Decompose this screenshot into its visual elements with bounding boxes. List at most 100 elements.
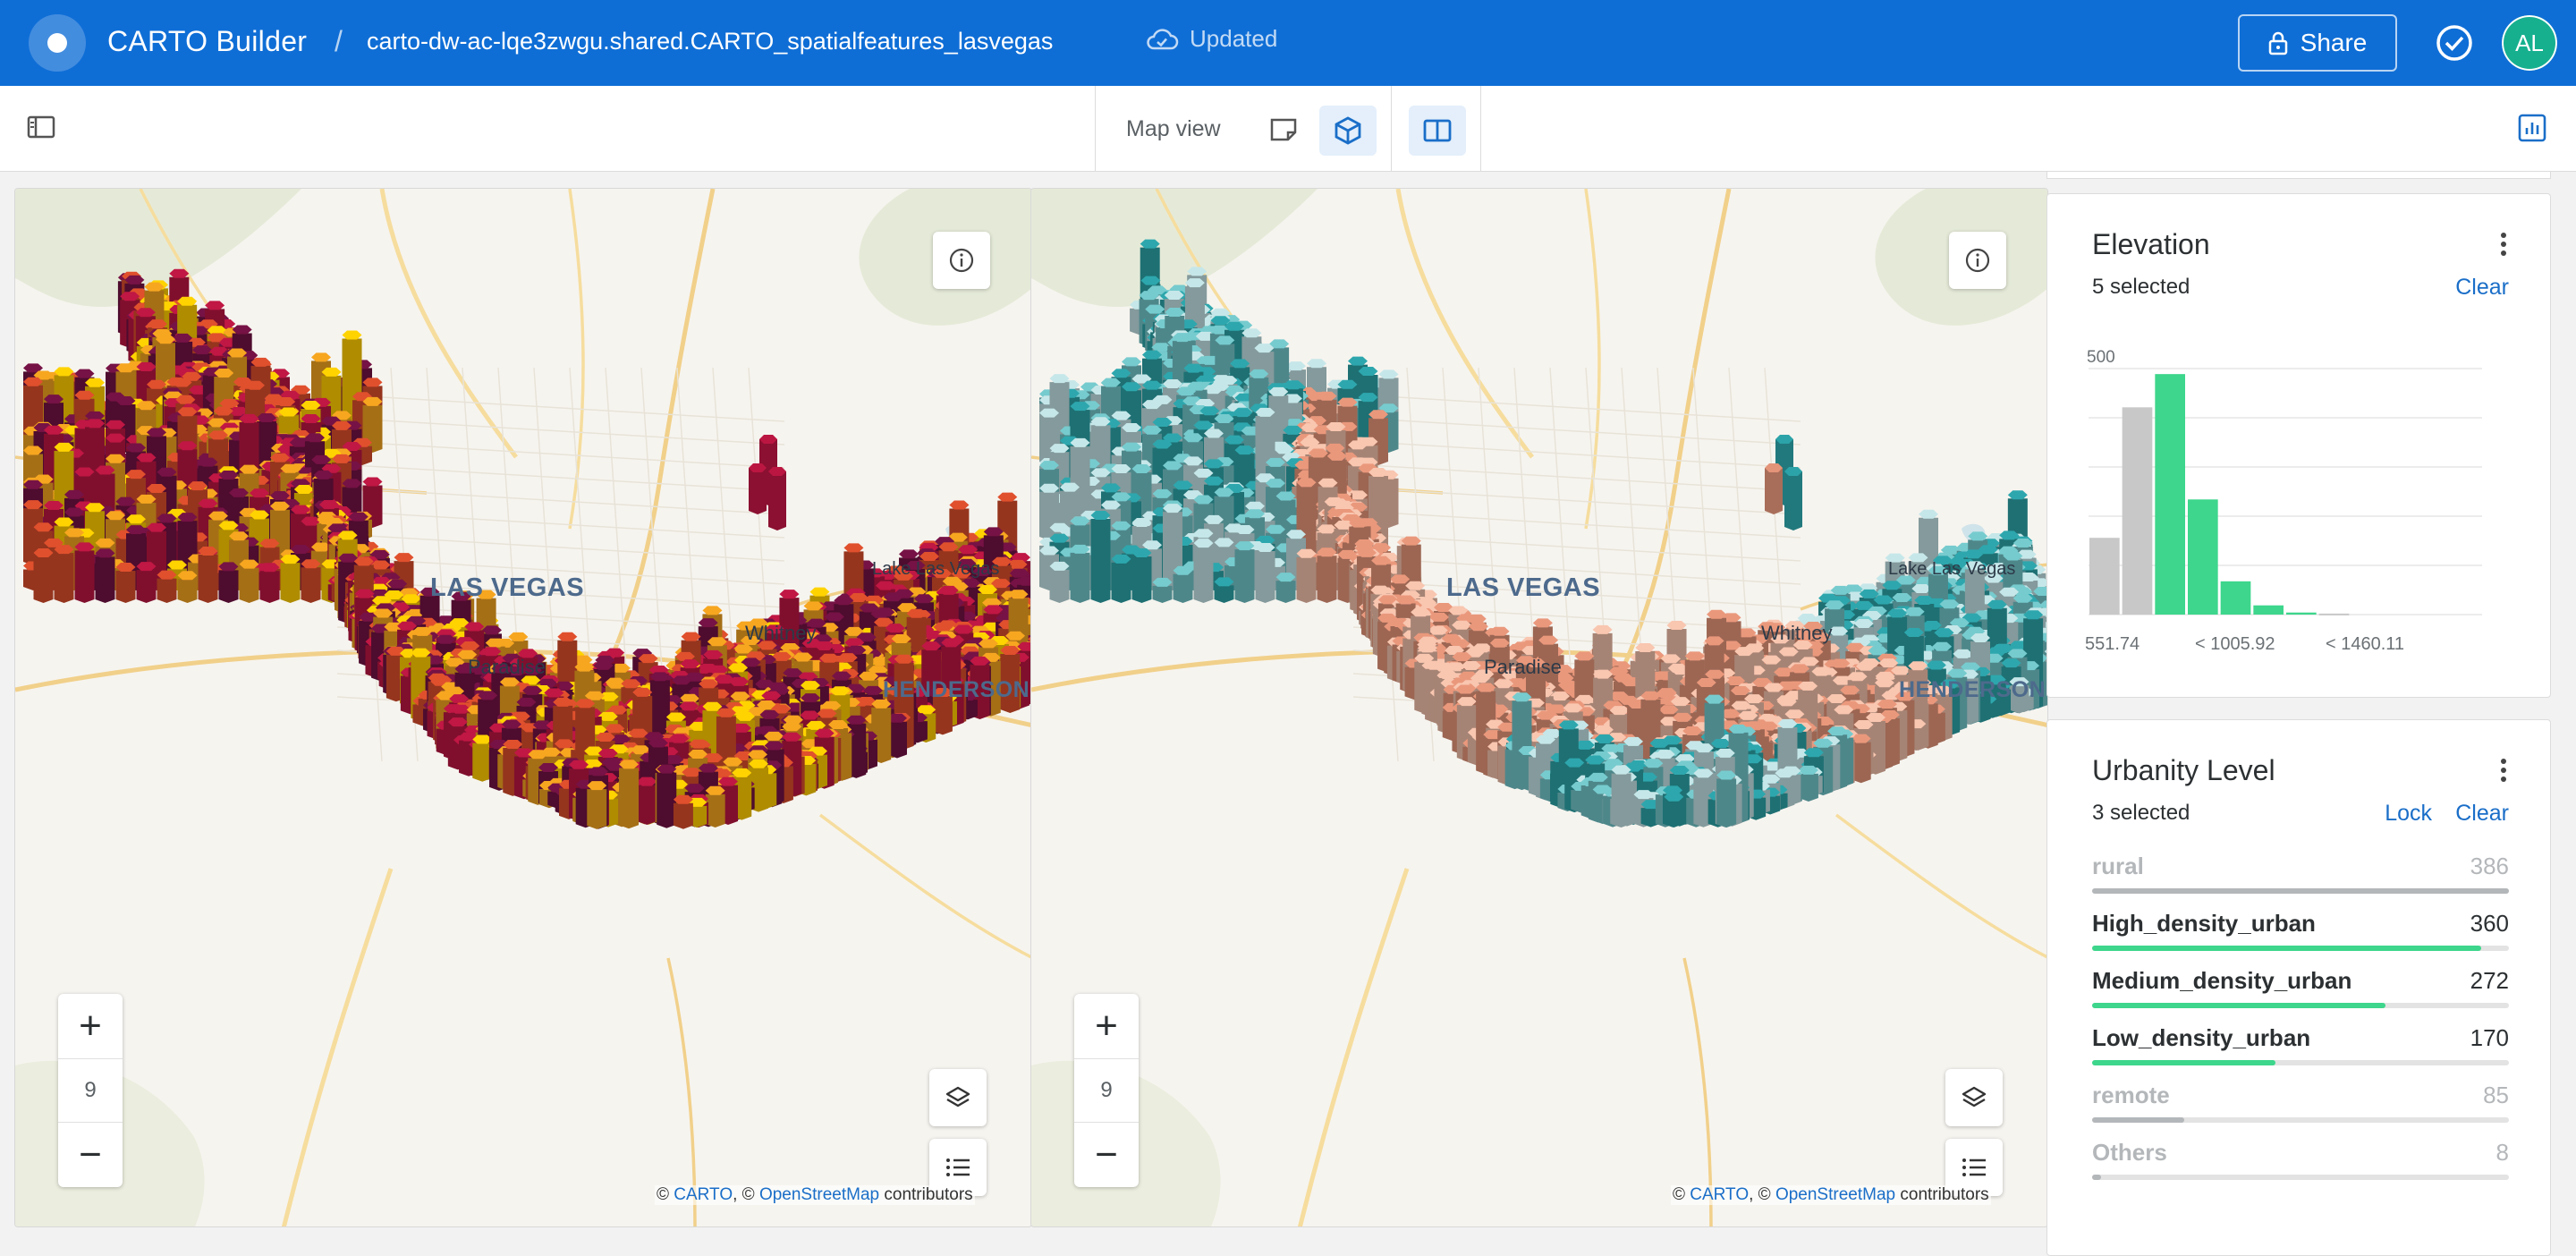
widget-title: Elevation — [2092, 228, 2210, 260]
zoom-level: 9 — [1074, 1058, 1139, 1123]
zoom-level: 9 — [58, 1058, 123, 1123]
info-button[interactable] — [933, 232, 990, 289]
lock-button[interactable]: Lock — [2385, 801, 2432, 827]
user-avatar[interactable]: AL — [2499, 13, 2560, 73]
category-bar-fill — [2092, 1060, 2276, 1065]
breadcrumb-separator: / — [335, 25, 343, 57]
map-right[interactable]: LAS VEGAS Paradise Whitney Lake Las Vega… — [1030, 188, 2048, 1227]
label-whitney: Whitney — [745, 622, 817, 644]
lock-icon — [2268, 31, 2287, 55]
label-paradise: Paradise — [1484, 656, 1562, 678]
category-name: Medium_density_urban — [2092, 967, 2352, 994]
carto-link[interactable]: CARTO — [674, 1185, 733, 1204]
label-lake-las-vegas: Lake Las Vegas — [1888, 559, 2016, 579]
map-name[interactable]: carto-dw-ac-lqe3zwgu.shared.CARTO_spatia… — [367, 28, 1053, 55]
category-count: 360 — [2470, 910, 2509, 937]
info-icon — [949, 248, 974, 273]
label-whitney: Whitney — [1761, 622, 1833, 644]
category-count: 8 — [2496, 1139, 2509, 1166]
split-view-button[interactable] — [1409, 106, 1466, 156]
category-name: rural — [2092, 853, 2144, 879]
map-2d-icon[interactable] — [1266, 111, 1301, 147]
more-options-icon[interactable] — [2498, 756, 2509, 785]
zoom-in-button[interactable]: + — [1074, 994, 1139, 1058]
map-attribution: © CARTO, © OpenStreetMap contributors — [655, 1185, 975, 1205]
view-mode-group: Map view — [1095, 86, 1481, 172]
widgets-icon[interactable] — [2517, 113, 2547, 143]
map-left[interactable]: LAS VEGAS Paradise Whitney Lake Las Vega… — [14, 188, 1032, 1227]
histogram-bar[interactable] — [2220, 581, 2251, 615]
clear-button[interactable]: Clear — [2455, 801, 2509, 827]
label-lake-las-vegas: Lake Las Vegas — [872, 559, 1000, 579]
label-henderson: HENDERSON — [1899, 677, 2046, 702]
elevation-widget: Elevation 5 selected Clear 500 551.74 < … — [2046, 193, 2551, 698]
zoom-out-button[interactable]: − — [58, 1123, 123, 1187]
save-status: Updated — [1145, 25, 1277, 53]
x-tick-label: < 1005.92 — [2195, 634, 2275, 654]
zoom-control: + 9 − — [58, 994, 123, 1187]
publish-check-icon[interactable] — [2435, 23, 2474, 63]
zoom-control: + 9 − — [1074, 994, 1139, 1187]
category-name: remote — [2092, 1082, 2170, 1108]
label-henderson: HENDERSON — [883, 677, 1030, 702]
label-las-vegas: LAS VEGAS — [1446, 573, 1601, 602]
label-paradise: Paradise — [468, 656, 546, 678]
zoom-out-button[interactable]: − — [1074, 1123, 1139, 1187]
category-count: 272 — [2470, 967, 2509, 994]
elevation-histogram[interactable]: 500 551.74 < 1005.92 < 1460.11 — [2083, 328, 2512, 668]
basemap[interactable] — [1031, 189, 2048, 1227]
layers-icon — [945, 1086, 970, 1107]
carto-logo[interactable] — [29, 14, 86, 72]
selection-count: 3 selected — [2092, 801, 2190, 825]
map-3d-button[interactable] — [1319, 106, 1377, 156]
histogram-bar[interactable] — [2122, 407, 2153, 615]
category-bar-track — [2092, 1117, 2509, 1123]
histogram-bar[interactable] — [2155, 374, 2185, 615]
basemap-layers-button[interactable] — [1945, 1069, 2003, 1126]
widgets-panel: Elevation 5 selected Clear 500 551.74 < … — [2046, 172, 2551, 1256]
histogram-bar[interactable] — [2253, 605, 2284, 615]
histogram-bar[interactable] — [2318, 613, 2350, 615]
osm-link[interactable]: OpenStreetMap — [1775, 1185, 1895, 1204]
app-title: CARTO Builder — [107, 25, 308, 57]
basemap-layers-button[interactable] — [929, 1069, 987, 1126]
top-bar: CARTO Builder / carto-dw-ac-lqe3zwgu.sha… — [0, 0, 2576, 86]
cloud-check-icon — [1147, 28, 1179, 49]
info-button[interactable] — [1949, 232, 2006, 289]
category-bar-track — [2092, 1175, 2509, 1180]
status-text: Updated — [1190, 25, 1278, 52]
x-tick-label: 551.74 — [2085, 634, 2140, 654]
category-bar-track — [2092, 1060, 2509, 1065]
category-count: 170 — [2470, 1024, 2509, 1051]
category-bar-track — [2092, 946, 2509, 951]
share-button[interactable]: Share — [2238, 14, 2397, 72]
view-mode-label: Map view — [1126, 116, 1221, 141]
basemap[interactable] — [15, 189, 1032, 1227]
map-attribution: © CARTO, © OpenStreetMap contributors — [1671, 1185, 1991, 1205]
category-bar-fill — [2092, 1117, 2184, 1123]
histogram-bar[interactable] — [2188, 499, 2218, 615]
info-icon — [1965, 248, 1990, 273]
panel-toggle-icon[interactable] — [27, 115, 55, 140]
histogram-bar[interactable] — [2286, 612, 2317, 615]
label-las-vegas: LAS VEGAS — [430, 573, 585, 602]
split-view-icon — [1423, 119, 1452, 142]
osm-link[interactable]: OpenStreetMap — [759, 1185, 879, 1204]
share-label: Share — [2300, 29, 2368, 56]
category-name: High_density_urban — [2092, 910, 2316, 937]
category-count: 386 — [2470, 853, 2509, 879]
carto-link[interactable]: CARTO — [1690, 1185, 1749, 1204]
category-bar-fill — [2092, 1175, 2101, 1180]
category-count: 85 — [2483, 1082, 2509, 1108]
zoom-in-button[interactable]: + — [58, 994, 123, 1058]
x-tick-label: < 1460.11 — [2326, 634, 2404, 654]
y-axis-max-label: 500 — [2087, 348, 2115, 367]
clear-button[interactable]: Clear — [2455, 275, 2509, 301]
category-bar-track — [2092, 1003, 2509, 1008]
urbanity-widget: Urbanity Level 3 selected Lock Clear rur… — [2046, 719, 2551, 1256]
more-options-icon[interactable] — [2498, 230, 2509, 259]
list-icon — [946, 1158, 970, 1176]
histogram-bar[interactable] — [2089, 538, 2120, 615]
cube-icon — [1335, 116, 1361, 145]
widget-title: Urbanity Level — [2092, 754, 2275, 786]
